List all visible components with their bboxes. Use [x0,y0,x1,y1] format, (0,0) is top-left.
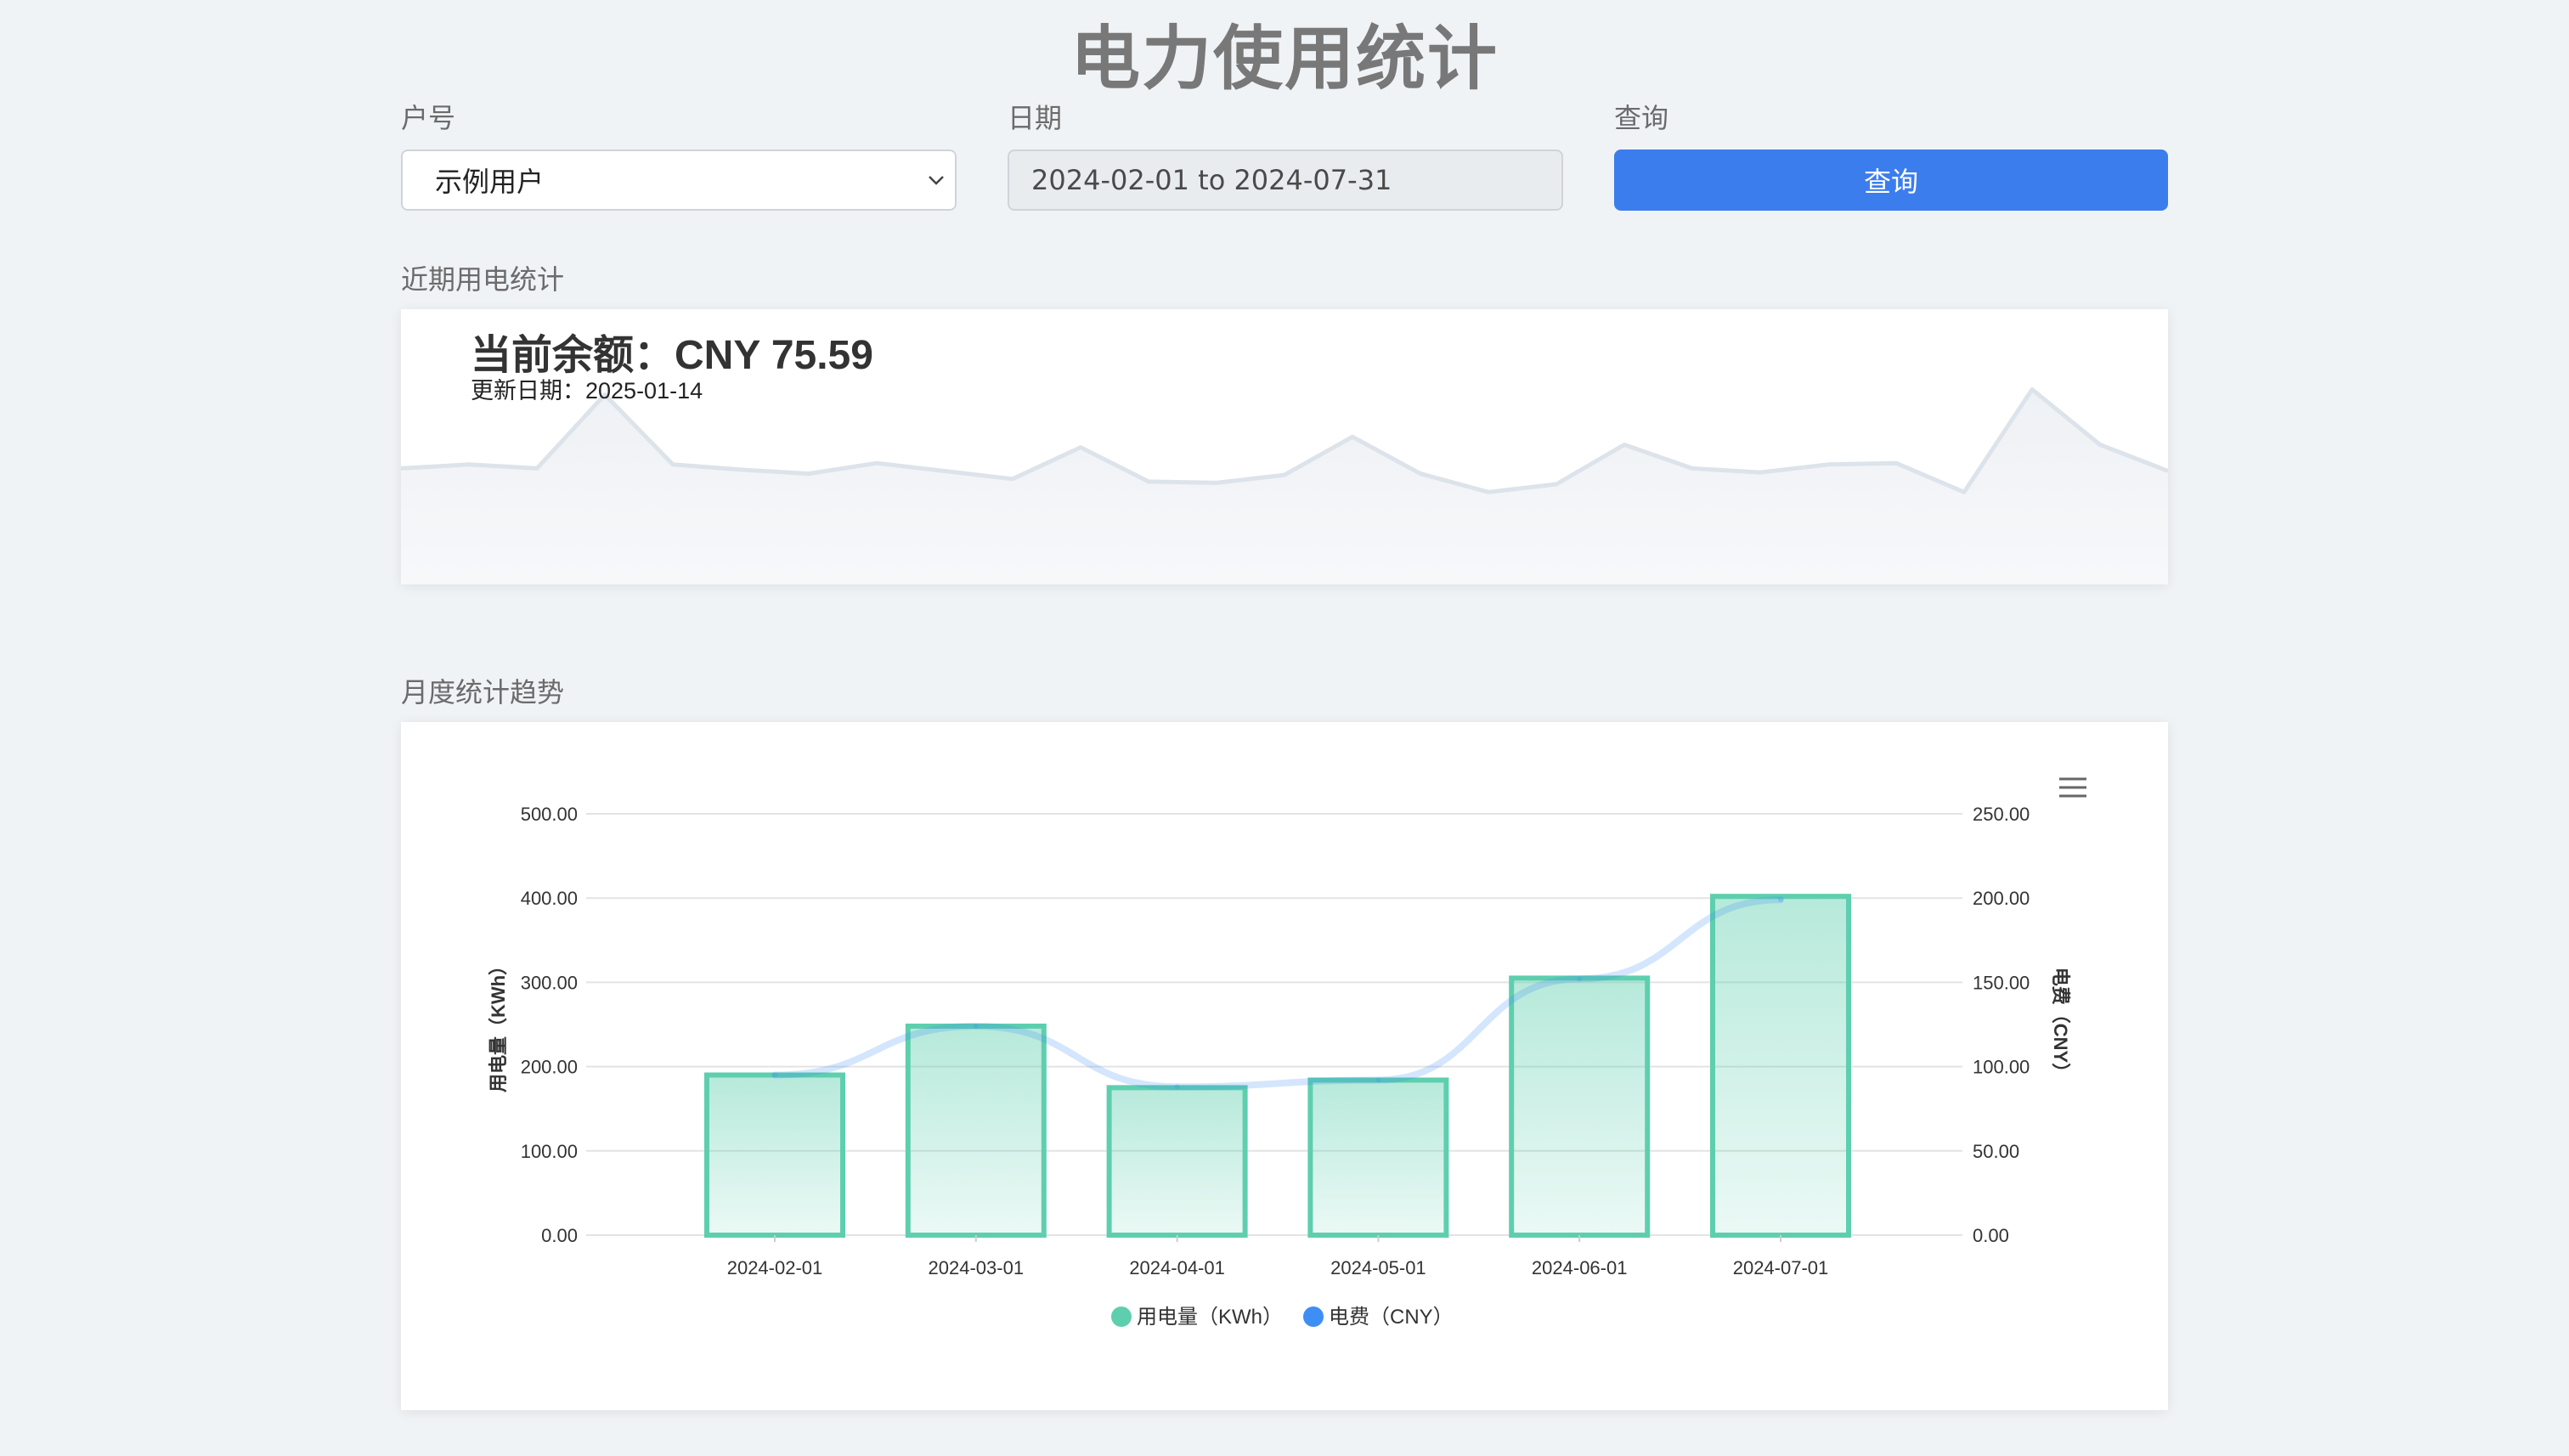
x-tick-label: 2024-03-01 [929,1257,1025,1278]
monthly-chart: 0.00 100.00 200.00 300.00 400.00 500.00 0.00 50… [488,773,2090,1329]
bar-usage[interactable] [1106,1085,1248,1238]
y-left-tick-label: 300.00 [521,972,578,993]
y-left-tick-label: 200.00 [521,1057,578,1078]
legend-cost-label[interactable]: 电费（CNY） [1329,1306,1454,1329]
date-label: 日期 [1008,102,1063,134]
query-button[interactable]: 查询 [1614,150,2168,211]
y-right-tick-label: 100.00 [1973,1057,2030,1078]
date-range-input[interactable]: 2024-02-01 to 2024-07-31 [1008,150,1563,211]
line-cost-point[interactable] [772,1072,777,1078]
account-select[interactable]: 示例用户 [401,150,957,211]
line-cost-point[interactable] [1577,976,1583,982]
page-title: 电力使用统计 [1070,19,1499,99]
x-tick-label: 2024-07-01 [1733,1257,1829,1278]
y-right-tick-label: 200.00 [1973,888,2030,909]
sparkline-area [401,389,2168,584]
hamburger-menu-icon[interactable] [2056,773,2090,802]
x-tick-label: 2024-04-01 [1129,1257,1225,1278]
y-left-tick-label: 100.00 [521,1141,578,1162]
y-right-tick-label: 250.00 [1973,804,2030,825]
legend-cost-marker[interactable] [1303,1306,1324,1327]
monthly-chart-card: 0.00 100.00 200.00 300.00 400.00 500.00 0.00 50… [401,722,2168,1410]
bar-usage[interactable] [905,1023,1047,1239]
query-button-label: 查询 [1863,166,1918,198]
balance-card: 当前余额：CNY 75.59 更新日期：2025-01-14 [401,309,2168,584]
line-cost-point[interactable] [1778,897,1783,903]
y-right-tick-label: 0.00 [1973,1225,2009,1246]
y-left-tick-label: 0.00 [541,1225,578,1246]
monthly-trend-title: 月度统计趋势 [401,676,565,708]
line-cost-point[interactable] [973,1023,979,1029]
update-date: 更新日期：2025-01-14 [471,378,703,404]
x-tick-label: 2024-02-01 [727,1257,823,1278]
y-left-axis-title: 用电量（KWh） [488,957,509,1092]
bar-usage[interactable] [1710,894,1851,1238]
x-tick-label: 2024-06-01 [1532,1257,1628,1278]
legend-usage-marker[interactable] [1111,1306,1132,1327]
line-cost-point[interactable] [1174,1084,1180,1090]
x-tick-label: 2024-05-01 [1330,1257,1426,1278]
y-left-tick-label: 400.00 [521,888,578,909]
y-left-tick-label: 500.00 [521,804,578,825]
account-label: 户号 [401,102,456,134]
account-select-value: 示例用户 [435,166,545,198]
query-label: 查询 [1614,102,1669,134]
date-range-value: 2024-02-01 to 2024-07-31 [1031,164,1392,196]
recent-stats-title: 近期用电统计 [401,263,565,296]
y-right-tick-label: 150.00 [1973,972,2030,993]
legend-usage-label[interactable]: 用电量（KWh） [1137,1306,1283,1329]
y-right-tick-label: 50.00 [1973,1141,2019,1162]
bar-usage[interactable] [1307,1077,1449,1238]
chevron-down-icon [929,176,944,185]
line-cost-point[interactable] [1375,1077,1381,1083]
bar-usage[interactable] [704,1072,845,1238]
bar-usage[interactable] [1509,975,1651,1238]
y-right-axis-title: 电费（CNY） [2050,968,2071,1081]
